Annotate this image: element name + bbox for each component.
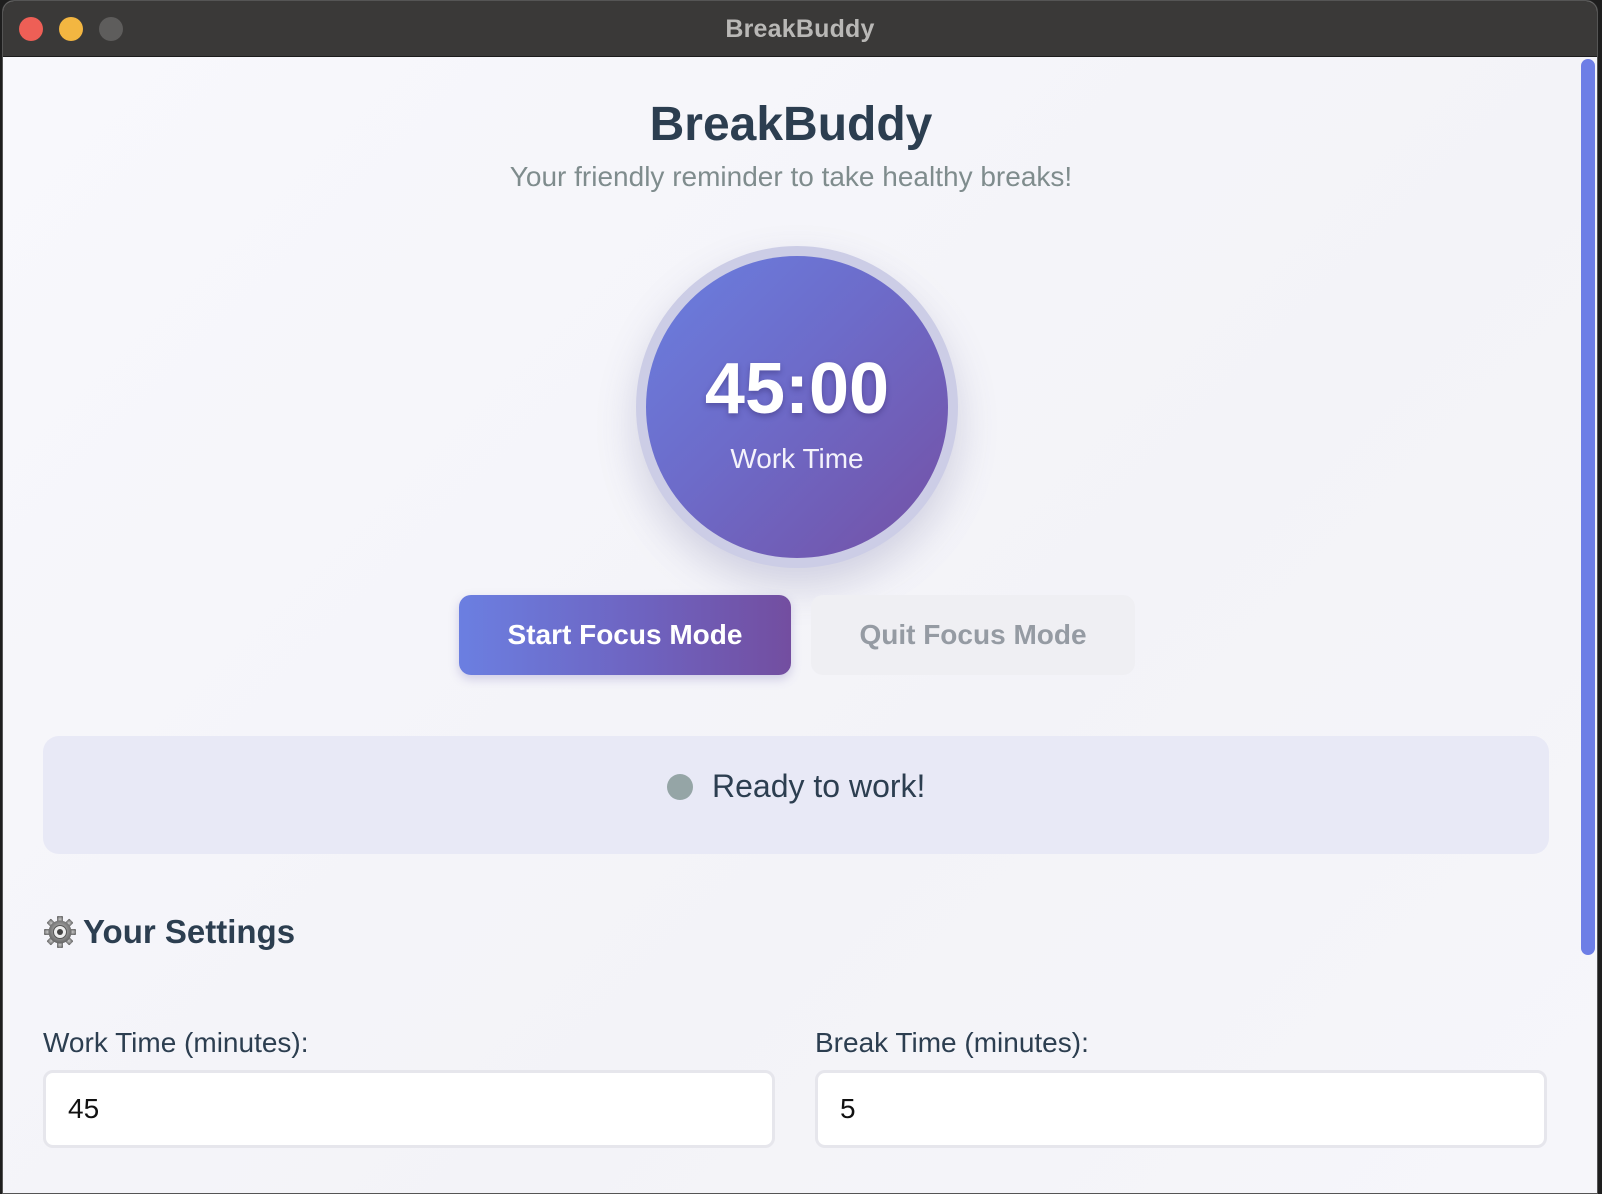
status-text: Ready to work! [712, 768, 926, 804]
quit-focus-mode-button[interactable]: Quit Focus Mode [811, 595, 1135, 675]
app-window: BreakBuddy BreakBuddy Your friendly remi… [2, 0, 1598, 1194]
window-title: BreakBuddy [725, 15, 875, 43]
start-focus-mode-button[interactable]: Start Focus Mode [459, 595, 791, 675]
title-bar: BreakBuddy [3, 1, 1597, 57]
work-time-label: Work Time (minutes): [43, 1027, 309, 1058]
status-indicator-dot [667, 774, 693, 800]
work-time-input[interactable] [43, 1070, 775, 1148]
settings-heading-text: Your Settings [83, 913, 296, 950]
page-title: BreakBuddy [649, 98, 933, 151]
settings-heading: Your Settings [43, 913, 295, 951]
main-content: BreakBuddy Your friendly reminder to tak… [3, 57, 1597, 1193]
page-subtitle: Your friendly reminder to take healthy b… [509, 161, 1073, 192]
timer-mode-label: Work Time [730, 443, 864, 474]
timer-display: 45:00 Work Time [636, 246, 958, 568]
timer-circle: 45:00 Work Time [646, 256, 948, 558]
break-time-input[interactable] [815, 1070, 1547, 1148]
scrollbar[interactable] [1579, 57, 1597, 1193]
scrollbar-thumb[interactable] [1581, 59, 1595, 955]
timer-countdown: 45:00 [704, 349, 890, 429]
gear-icon [44, 916, 76, 948]
status-panel: Ready to work! [43, 736, 1549, 854]
break-time-label: Break Time (minutes): [815, 1027, 1089, 1058]
